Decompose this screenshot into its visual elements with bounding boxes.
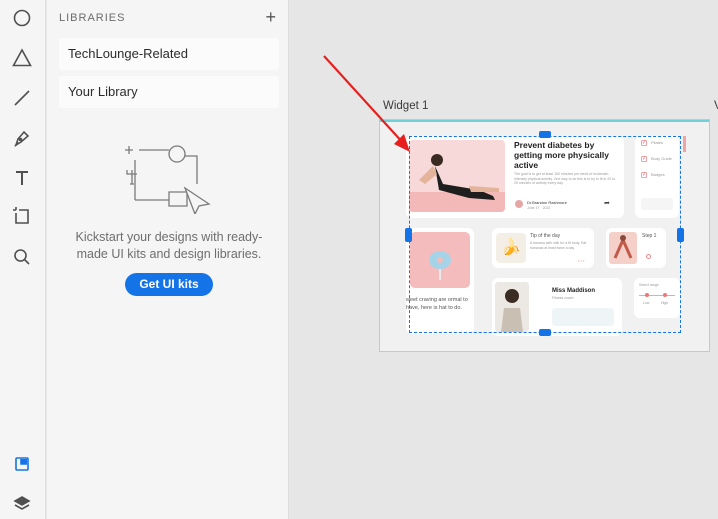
polygon-tool[interactable] — [8, 44, 36, 72]
triangle-icon — [12, 48, 32, 67]
artboard-icon — [13, 207, 29, 224]
layers-icon — [13, 496, 31, 510]
artboard-tool[interactable] — [8, 202, 36, 230]
artboard-label-next[interactable]: V — [714, 100, 718, 112]
ellipse-icon — [13, 9, 31, 27]
search-icon — [14, 249, 30, 265]
libraries-panel: LIBRARIES + TechLounge-Related Your Libr… — [47, 0, 289, 519]
zoom-tool[interactable] — [8, 243, 36, 271]
library-item-your-library[interactable]: Your Library — [59, 76, 279, 108]
line-tool[interactable] — [8, 84, 36, 112]
tool-bar — [0, 0, 46, 519]
ui-kits-illustration-icon — [125, 145, 211, 214]
libraries-tool[interactable] — [8, 450, 36, 478]
ellipse-tool[interactable] — [8, 4, 36, 32]
resize-handle-right[interactable] — [677, 228, 684, 242]
design-canvas[interactable]: Widget 1 V Prevent diabetes by getting m… — [290, 0, 718, 519]
libraries-header: LIBRARIES — [59, 12, 126, 24]
scroll-accent — [683, 136, 686, 152]
resize-handle-bottom[interactable] — [539, 329, 551, 336]
pen-icon — [14, 130, 30, 147]
resize-handle-top[interactable] — [539, 131, 551, 138]
empty-state-message: Kickstart your designs with ready-made U… — [75, 230, 263, 261]
get-ui-kits-button[interactable]: Get UI kits — [125, 273, 213, 296]
library-item-techlounge[interactable]: TechLounge-Related — [59, 38, 279, 70]
text-icon — [16, 171, 28, 185]
text-tool[interactable] — [8, 164, 36, 192]
layers-tool[interactable] — [8, 490, 36, 518]
selection-bounds[interactable] — [409, 136, 681, 333]
annotation-arrow-icon — [323, 55, 410, 152]
libraries-icon — [15, 457, 29, 471]
pen-tool[interactable] — [8, 124, 36, 152]
line-icon — [14, 90, 30, 106]
add-library-button[interactable]: + — [265, 6, 276, 28]
artboard-top-accent — [380, 120, 709, 122]
resize-handle-left[interactable] — [405, 228, 412, 242]
